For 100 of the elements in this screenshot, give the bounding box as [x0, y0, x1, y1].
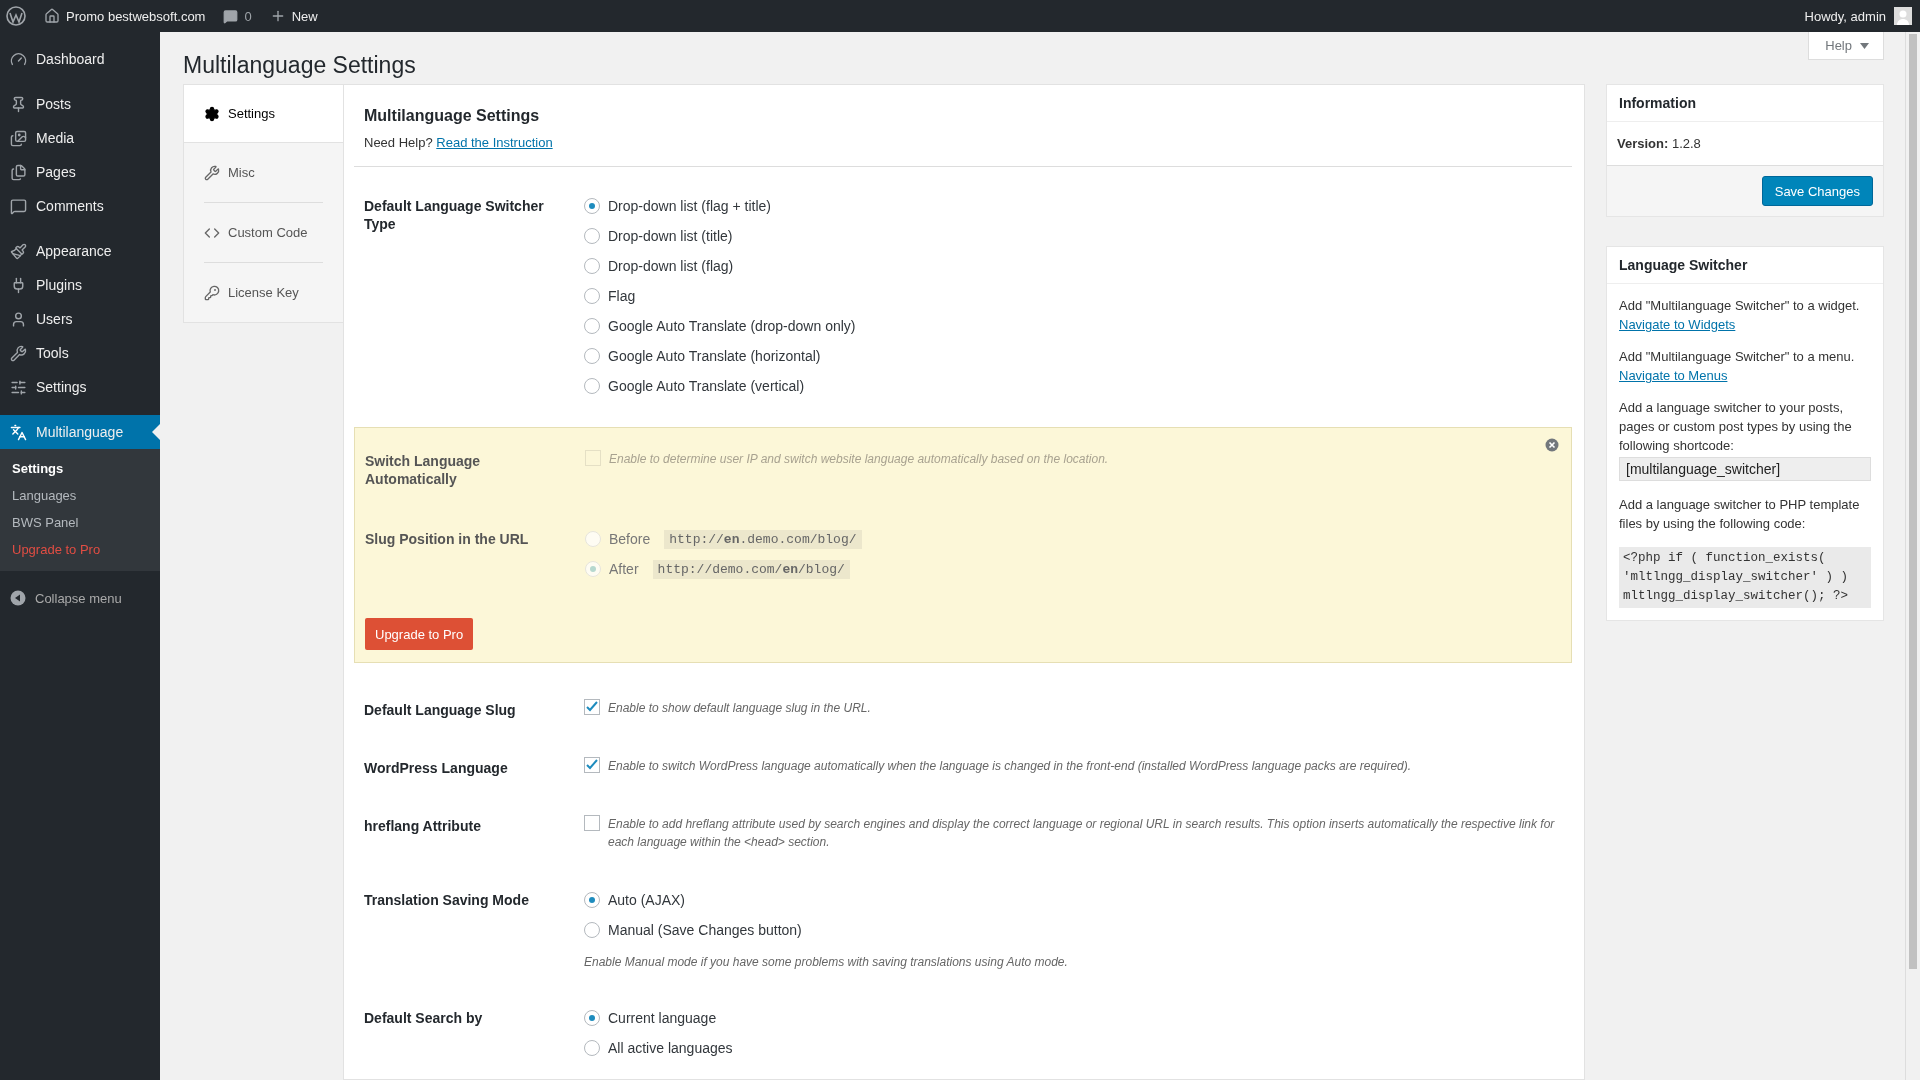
menu-item[interactable]: Dashboard — [0, 42, 160, 76]
radio-button[interactable] — [584, 1010, 600, 1026]
menu-item[interactable]: Plugins — [0, 268, 160, 302]
speech-bubble-icon[interactable] — [223, 8, 239, 24]
menu-item[interactable]: Comments — [0, 189, 160, 223]
collapse-menu[interactable]: Collapse menu — [0, 581, 160, 615]
radio-button[interactable] — [584, 892, 600, 908]
radio-button[interactable] — [584, 288, 600, 304]
radio-button[interactable] — [584, 228, 600, 244]
field-label: Translation Saving Mode — [364, 891, 530, 910]
wrench-icon — [10, 344, 27, 362]
menu-item[interactable]: Multilanguage — [0, 415, 160, 449]
settings-icon — [204, 105, 220, 122]
url-example: http://demo.com/en/blog/ — [652, 559, 850, 579]
tab[interactable]: License Key — [184, 263, 343, 322]
shortcode-field[interactable]: [multilanguage_switcher] — [1619, 457, 1871, 481]
card-text: Add a language switcher to PHP template files by using the following code: — [1619, 496, 1861, 533]
tab[interactable]: Settings — [184, 85, 343, 143]
menu-item[interactable]: Appearance — [0, 234, 160, 268]
gauge-icon — [10, 50, 27, 68]
option-label: All active languages — [608, 1040, 733, 1056]
option-label: Manual (Save Changes button) — [608, 922, 802, 938]
field-label: Switch Language Automatically — [365, 452, 482, 488]
save-changes-button[interactable]: Save Changes — [1761, 176, 1873, 206]
help-text: Need Help? Read the Instruction — [364, 135, 554, 150]
menu-item[interactable]: Tools — [0, 336, 160, 370]
option-label: Google Auto Translate (vertical) — [608, 378, 805, 394]
field-label: WordPress Language — [364, 759, 509, 777]
radio-button[interactable] — [584, 348, 600, 364]
avatar-icon[interactable] — [1894, 7, 1912, 25]
url-example: http://en.demo.com/blog/ — [664, 529, 862, 549]
option-label: Drop-down list (flag + title) — [608, 198, 771, 214]
option-label: Auto (AJAX) — [608, 892, 686, 908]
menu-item[interactable]: Posts — [0, 87, 160, 121]
menu-item[interactable]: Settings — [0, 370, 160, 404]
option-label: Current language — [608, 1010, 717, 1026]
navigate-link[interactable]: Navigate to Widgets — [1619, 317, 1736, 332]
scrollbar[interactable] — [1905, 32, 1920, 1080]
field-label: hreflang Attribute — [364, 817, 482, 836]
page-title: Multilanguage Settings — [183, 51, 416, 79]
field-description: Enable to switch WordPress language automatically when the language is changed in the front-end (installed WordPress language packs are required). — [608, 758, 1412, 775]
pages-icon — [10, 163, 27, 181]
menu-item[interactable]: Users — [0, 302, 160, 336]
field-label: Default Search by — [364, 1009, 484, 1028]
caret-icon — [1860, 42, 1869, 49]
menu-item[interactable]: Pages — [0, 155, 160, 189]
radio-button[interactable] — [584, 1040, 600, 1056]
comment-count: 0 — [244, 8, 252, 24]
php-code: <?php if ( function_exists( 'mltlngg_display_switcher' ) ) mltlngg_display_switcher(); ?> — [1619, 547, 1871, 608]
card-text: Add "Multilanguage Switcher" to a menu. — [1619, 348, 1856, 366]
radio-button[interactable] — [584, 258, 600, 274]
user-icon — [10, 310, 27, 328]
pin-icon — [10, 95, 27, 113]
field-note: Enable Manual mode if you have some problems with saving translations using Auto mode. — [584, 955, 1069, 969]
collapse-icon — [10, 590, 26, 606]
submenu-item[interactable]: BWS Panel — [0, 509, 160, 536]
translate-icon — [10, 423, 27, 441]
field-label: Slug Position in the URL — [365, 530, 530, 549]
field-label: Default Language Slug — [364, 701, 517, 719]
home-icon — [44, 8, 60, 24]
key-icon — [204, 284, 220, 301]
sliders-icon — [10, 378, 27, 396]
speech-bubble-icon — [10, 197, 27, 215]
radio-button[interactable] — [584, 198, 600, 214]
field-description: Enable to determine user IP and switch website language automatically based on the location. — [609, 451, 1109, 468]
field-description: Enable to show default language slug in the URL. — [608, 700, 871, 717]
images-icon — [10, 129, 27, 147]
radio-button[interactable] — [584, 378, 600, 394]
option-label: Google Auto Translate (drop-down only) — [608, 318, 856, 334]
option-label: Flag — [608, 288, 636, 304]
radio-button[interactable] — [584, 318, 600, 334]
logo-icon[interactable] — [6, 6, 26, 26]
greeting[interactable]: Howdy, admin — [1804, 8, 1886, 24]
checkbox[interactable] — [584, 757, 600, 773]
navigate-link[interactable]: Navigate to Menus — [1619, 368, 1728, 383]
version-text: Version: 1.2.8 — [1617, 135, 1702, 153]
radio-button[interactable] — [584, 922, 600, 938]
help-button[interactable]: Help — [1808, 32, 1884, 60]
option-label: Before — [609, 531, 651, 547]
card-title: Information — [1607, 85, 1883, 122]
card-text: Add "Multilanguage Switcher" to a widget. — [1619, 297, 1861, 315]
checkbox[interactable] — [584, 699, 600, 715]
option-label: Drop-down list (flag) — [608, 258, 734, 274]
wrench-icon — [204, 164, 220, 181]
card-text: Add a language switcher to your posts, pages or custom post types by using the following shortcode: — [1619, 399, 1853, 455]
instruction-link[interactable]: Read the Instruction — [436, 135, 553, 150]
tab[interactable]: Custom Code — [184, 203, 343, 262]
menu-item[interactable]: Media — [0, 121, 160, 155]
checkbox[interactable] — [584, 815, 600, 831]
submenu-item[interactable]: Settings — [0, 455, 160, 482]
field-description: Enable to add hreflang attribute used by search engines and display the correct language or regional URL in search results. This option inserts automatically the respective link for each language within the <head> section. — [608, 816, 1556, 851]
brush-icon — [10, 242, 27, 260]
field-label: Default Language Switcher Type — [364, 197, 545, 234]
submenu-item[interactable]: Languages — [0, 482, 160, 509]
new-link[interactable]: New — [291, 8, 318, 24]
option-label: Google Auto Translate (horizontal) — [608, 348, 821, 364]
tab[interactable]: Misc — [184, 143, 343, 202]
option-label: Drop-down list (title) — [608, 228, 733, 244]
option-label: After — [609, 561, 639, 577]
site-link[interactable]: Promo bestwebsoft.com — [66, 8, 206, 24]
